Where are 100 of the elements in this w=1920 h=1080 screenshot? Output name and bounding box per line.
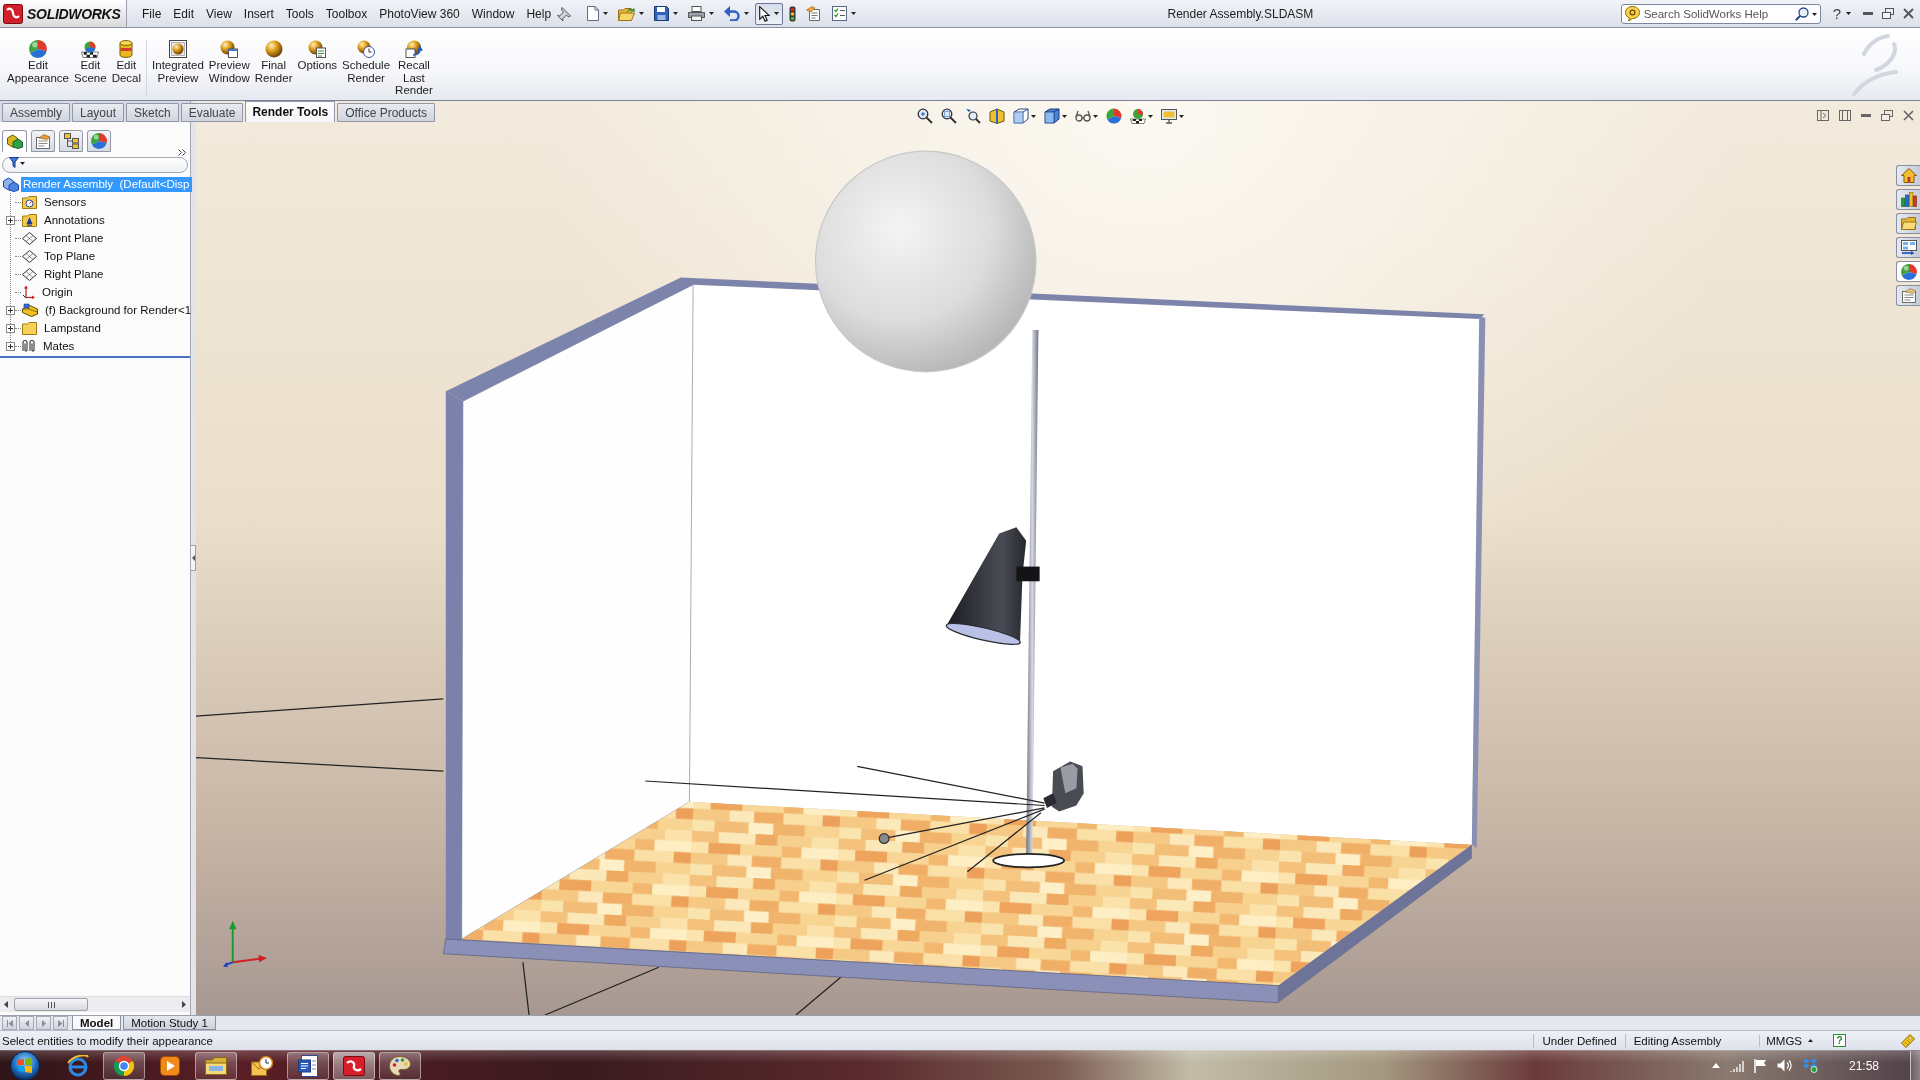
taskbar-app-button[interactable] <box>333 1051 375 1080</box>
expand-icon[interactable] <box>6 215 15 225</box>
nav-button[interactable] <box>19 1016 34 1030</box>
expand-icon[interactable] <box>6 341 15 351</box>
command-tab[interactable]: Render Tools <box>245 101 336 122</box>
command-tab[interactable]: Assembly <box>2 103 70 122</box>
task-pane-tab[interactable] <box>1896 165 1920 186</box>
tree-item[interactable]: Top Plane <box>42 248 98 264</box>
expand-icon[interactable] <box>6 305 15 315</box>
tree-item[interactable]: Front Plane <box>42 230 106 246</box>
nav-button[interactable] <box>53 1016 68 1030</box>
menu-item[interactable]: Edit <box>167 4 201 23</box>
menu-item[interactable]: File <box>136 4 168 23</box>
scrollbar-thumb[interactable] <box>14 998 88 1011</box>
expand-icon[interactable] <box>6 323 15 333</box>
left-arrow-icon[interactable] <box>4 1001 8 1008</box>
view-tool-button[interactable] <box>1074 108 1099 124</box>
horizontal-scrollbar[interactable] <box>0 996 190 1012</box>
taskbar-app-button[interactable] <box>195 1051 237 1080</box>
panel-tab[interactable] <box>87 130 111 152</box>
logo-mark-icon <box>3 3 23 24</box>
restore-icon[interactable] <box>1881 110 1893 121</box>
ribbon-button[interactable]: Options <box>295 40 340 96</box>
right-arrow-icon[interactable] <box>182 1001 186 1008</box>
ribbon-button[interactable]: Edit Decal <box>109 40 144 96</box>
restore-icon[interactable] <box>1882 8 1894 19</box>
tree-item[interactable]: (f) Background for Render<1 <box>43 302 194 318</box>
tree-item[interactable]: Origin <box>40 284 75 300</box>
toolbar-button[interactable] <box>755 2 784 25</box>
view-tool-button[interactable] <box>916 108 934 124</box>
speaker-icon[interactable] <box>1776 1059 1792 1072</box>
tree-item[interactable]: Lampstand <box>42 320 103 336</box>
open-box-icon[interactable] <box>1801 1058 1818 1073</box>
close-icon[interactable] <box>1903 8 1914 19</box>
view-tool-button[interactable] <box>940 108 958 124</box>
document-tab[interactable]: Model <box>72 1016 122 1030</box>
traffic-light-icon <box>789 5 797 22</box>
menu-item[interactable]: Help <box>520 4 558 23</box>
panel-tab[interactable] <box>2 130 27 152</box>
split-horizontal-icon[interactable] <box>1839 110 1851 121</box>
signal-bars-icon[interactable] <box>1729 1059 1744 1072</box>
tree-item[interactable]: Right Plane <box>42 266 106 282</box>
menu-item[interactable]: PhotoView 360 <box>373 4 466 23</box>
view-tool-button[interactable] <box>1129 108 1154 124</box>
view-tool-button[interactable] <box>1043 108 1068 124</box>
show-desktop-button[interactable] <box>1910 1050 1920 1080</box>
command-tab[interactable]: Sketch <box>126 103 179 122</box>
units-button[interactable]: MMGS <box>1759 1034 1819 1047</box>
split-vertical-icon[interactable] <box>1817 110 1829 121</box>
task-pane-tab[interactable] <box>1896 237 1920 258</box>
menu-item[interactable]: View <box>200 4 238 23</box>
skip-forward-icon <box>57 1019 64 1027</box>
taskbar-app-button[interactable] <box>103 1051 145 1080</box>
splitter-handle[interactable] <box>191 545 196 571</box>
shiny-sphere-icon <box>264 40 283 58</box>
clock[interactable]: 21:58 <box>1848 1058 1879 1073</box>
help-button[interactable]: ? <box>1833 1034 1846 1047</box>
help-button[interactable]: ? <box>1830 5 1853 22</box>
nav-button[interactable] <box>36 1016 51 1030</box>
ribbon-button[interactable]: Edit Scene <box>72 40 109 96</box>
command-tab[interactable]: Layout <box>72 103 125 122</box>
menu-item[interactable]: Tools <box>279 4 320 23</box>
task-pane-tab[interactable] <box>1896 261 1920 282</box>
search-field[interactable]: Search SolidWorks Help <box>1620 3 1821 24</box>
view-tool-button[interactable] <box>964 108 982 124</box>
collapse-button[interactable] <box>178 148 186 156</box>
ball-on-checkerboard-icon <box>1130 108 1146 124</box>
task-pane-tab[interactable] <box>1896 189 1920 210</box>
ribbon-button[interactable]: Recall Last Render <box>393 40 435 96</box>
tree-item[interactable]: Annotations <box>42 212 107 228</box>
task-pane-tab[interactable] <box>1896 213 1920 234</box>
command-tab[interactable]: Office Products <box>337 103 436 122</box>
taskbar-app-button[interactable] <box>379 1051 421 1080</box>
view-tool-button[interactable] <box>1160 108 1185 124</box>
ribbon-button[interactable]: Integrated Preview <box>150 40 206 96</box>
command-tab[interactable]: Evaluate <box>180 103 244 122</box>
task-pane-tab[interactable] <box>1896 285 1920 306</box>
tree-item[interactable]: Sensors <box>42 194 89 210</box>
pushpin-icon[interactable] <box>557 6 572 21</box>
ribbon-button[interactable]: Schedule Render <box>340 40 393 96</box>
tag-icon[interactable] <box>1901 1033 1915 1048</box>
document-hand-icon <box>806 6 823 21</box>
panel-tab[interactable] <box>31 130 55 152</box>
ribbon-button[interactable]: Final Render <box>252 40 295 96</box>
close-icon[interactable] <box>1903 110 1914 121</box>
panel-tab[interactable] <box>59 130 83 152</box>
flag-icon[interactable] <box>1753 1058 1767 1073</box>
taskbar-app-button[interactable] <box>287 1051 329 1080</box>
nav-button[interactable] <box>2 1016 17 1030</box>
menu-item[interactable]: Insert <box>237 4 280 23</box>
up-arrow-icon[interactable] <box>1711 1063 1720 1068</box>
house-icon <box>1900 168 1917 183</box>
ribbon-button[interactable]: Preview Window <box>206 40 252 96</box>
menu-item[interactable]: Window <box>465 4 521 23</box>
ribbon-button[interactable]: Edit Appearance <box>5 40 72 96</box>
filter-field[interactable] <box>2 157 188 173</box>
tree-item[interactable]: Mates <box>41 338 77 354</box>
view-tool-button[interactable] <box>1012 108 1037 124</box>
document-tab[interactable]: Motion Study 1 <box>123 1016 216 1030</box>
menu-item[interactable]: Toolbox <box>319 4 374 23</box>
